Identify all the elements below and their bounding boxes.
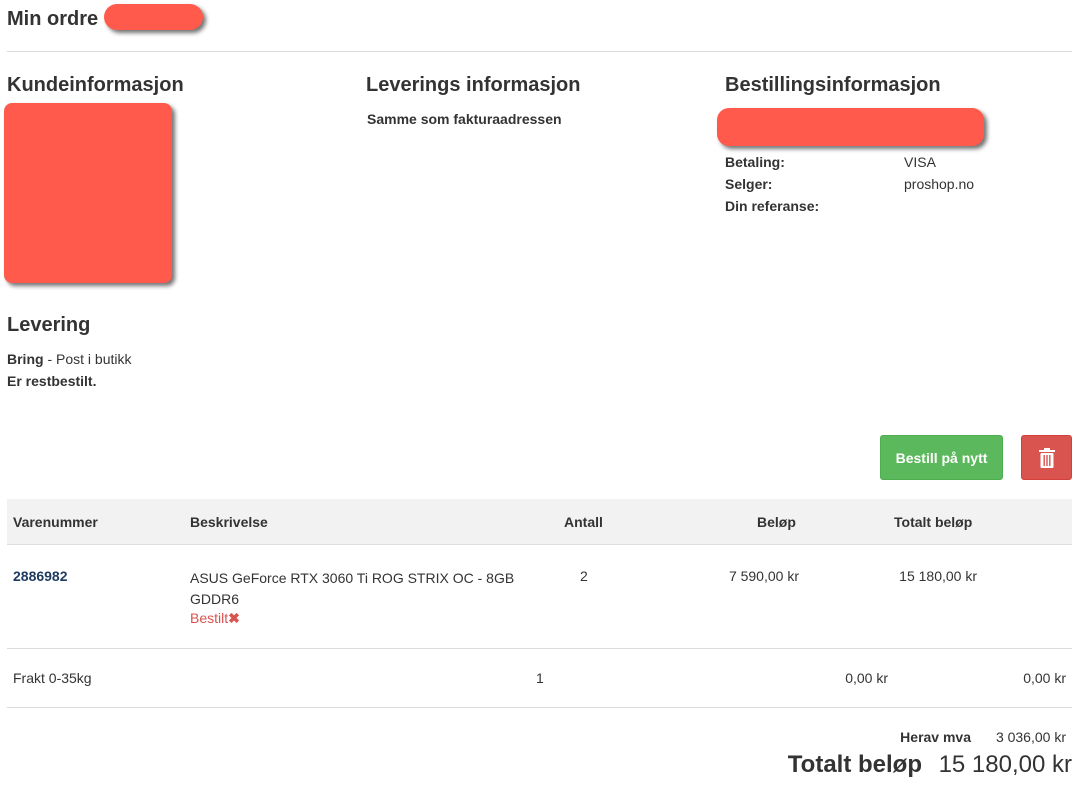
delete-order-button[interactable] <box>1021 435 1072 480</box>
customer-heading: Kundeinformasjon <box>7 74 184 96</box>
row-divider <box>7 648 1072 649</box>
product-sku-link[interactable]: 2886982 <box>13 568 68 584</box>
freight-total: 0,00 kr <box>1023 670 1066 686</box>
cross-icon: ✖ <box>228 610 240 626</box>
row-divider <box>7 707 1072 708</box>
col-header-price: Beløp <box>757 514 796 530</box>
product-quantity: 2 <box>580 568 588 584</box>
freight-description: Frakt 0-35kg <box>13 670 92 686</box>
grand-total-label: Totalt beløp <box>787 751 922 778</box>
vat-label: Herav mva <box>900 729 971 745</box>
seller-value: proshop.no <box>904 176 975 192</box>
grand-total-value: 15 180,00 kr <box>938 751 1072 778</box>
freight-quantity: 1 <box>536 670 544 686</box>
table-header: Varenummer Beskrivelse Antall Beløp Tota… <box>7 499 1072 545</box>
shipping-method: Bring - Post i butikk <box>7 351 131 367</box>
shipping-carrier: Bring <box>7 351 44 367</box>
redacted-customer-info <box>4 103 172 283</box>
reorder-button-label: Bestill på nytt <box>895 449 988 466</box>
product-description: ASUS GeForce RTX 3060 Ti ROG STRIX OC - … <box>190 570 515 607</box>
product-status-text: Bestilt <box>190 610 229 626</box>
page-title: Min ordre <box>7 8 98 31</box>
backorder-note: Er restbestilt. <box>7 373 97 389</box>
shipping-method-text: - Post i butikk <box>43 351 132 367</box>
product-status: Bestilt✖ <box>190 610 240 627</box>
freight-price: 0,00 kr <box>845 670 888 686</box>
col-header-description: Beskrivelse <box>190 514 268 530</box>
reorder-button[interactable]: Bestill på nytt <box>880 435 1003 480</box>
reference-label: Din referanse: <box>725 198 820 214</box>
col-header-quantity: Antall <box>564 514 603 530</box>
payment-value: VISA <box>904 154 936 170</box>
product-price: 7 590,00 kr <box>728 568 799 584</box>
product-total: 15 180,00 kr <box>899 568 977 584</box>
page-title-text: Min ordre <box>7 8 99 30</box>
seller-label: Selger: <box>725 176 773 192</box>
redacted-order-info <box>717 108 984 146</box>
redacted-order-number <box>104 4 203 30</box>
col-header-total: Totalt beløp <box>894 514 973 530</box>
shipping-heading: Levering <box>7 314 91 336</box>
vat-value: 3 036,00 kr <box>995 729 1066 745</box>
trash-icon <box>1038 447 1055 468</box>
order-info-heading: Bestillingsinformasjon <box>725 74 941 96</box>
delivery-info-heading: Leverings informasjon <box>366 74 581 96</box>
col-header-sku: Varenummer <box>13 514 98 530</box>
payment-label: Betaling: <box>725 154 785 170</box>
header-divider <box>7 51 1072 52</box>
delivery-info-text: Samme som fakturaadressen <box>367 111 562 127</box>
